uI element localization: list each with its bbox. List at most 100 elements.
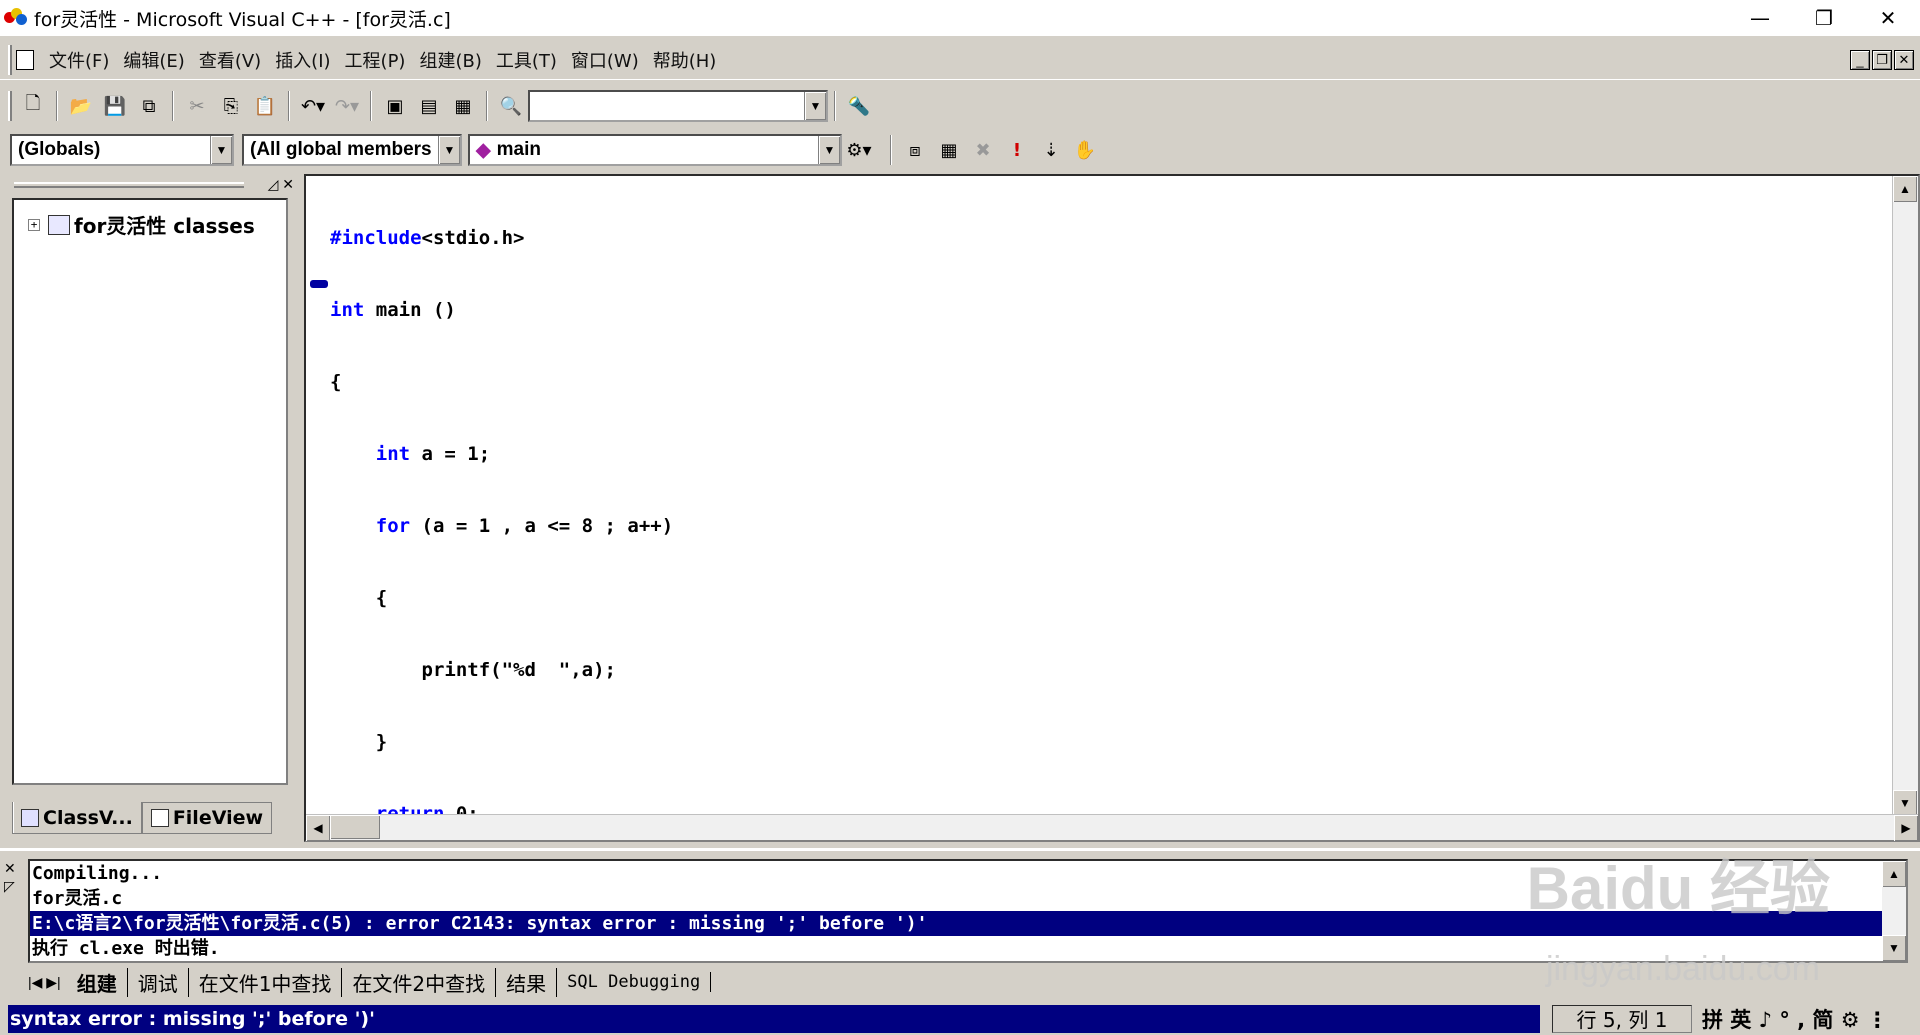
status-bar: syntax error : missing ';' before ')' 行 … [0, 1002, 1920, 1035]
compile-icon[interactable]: ⧈ [900, 135, 930, 165]
mdi-restore-button[interactable]: ❐ [1872, 50, 1892, 70]
code-line: #include<stdio.h> [330, 227, 525, 249]
editor-vertical-scrollbar[interactable]: ▲ ▼ [1892, 176, 1918, 816]
chevron-down-icon[interactable]: ▼ [438, 136, 460, 164]
editor-horizontal-scrollbar[interactable]: ◀ ▶ [306, 814, 1918, 841]
code-line: { [330, 587, 388, 609]
paste-icon[interactable]: 📋 [250, 91, 280, 121]
mdi-close-button[interactable]: ✕ [1894, 50, 1914, 70]
ime-indicator[interactable]: 拼 英 ♪ ° , 简 ⚙ ⋮ [1702, 1004, 1888, 1034]
mdi-minimize-button[interactable]: _ [1850, 50, 1870, 70]
find-combo[interactable]: ▼ [528, 90, 828, 122]
class-tree[interactable]: + for灵活性 classes [12, 198, 288, 785]
expand-icon[interactable]: + [28, 218, 40, 231]
cursor-position: 行 5, 列 1 [1552, 1004, 1692, 1033]
wizard-action-icon[interactable]: ⚙▾ [844, 135, 874, 165]
tab-label: FileView [172, 807, 264, 829]
scroll-left-icon[interactable]: ◀ [306, 815, 330, 841]
chevron-down-icon[interactable]: ▼ [818, 136, 840, 164]
workspace-pane: ◿ ✕ + for灵活性 classes ClassV... FileView [8, 174, 298, 844]
tree-item[interactable]: + for灵活性 classes [28, 210, 255, 239]
close-button[interactable]: ✕ [1856, 0, 1920, 36]
tab-find-in-files-2[interactable]: 在文件2中查找 [342, 967, 497, 997]
code-editor[interactable]: #include<stdio.h> int main () { int a = … [304, 174, 1920, 897]
scroll-up-icon[interactable]: ▲ [1882, 861, 1906, 887]
minimize-button[interactable]: — [1728, 0, 1792, 36]
tab-label: ClassV... [43, 806, 133, 829]
menu-insert[interactable]: 插入(I) [268, 47, 337, 73]
scope-combo[interactable]: (Globals) ▼ [10, 134, 234, 166]
app-icon [4, 6, 28, 30]
document-icon[interactable] [16, 49, 34, 70]
toolbar-grip[interactable] [8, 91, 12, 121]
output-tabs: |◀ ▶| 组建 调试 在文件1中查找 在文件2中查找 结果 SQL Debug… [28, 967, 712, 997]
tab-find-in-files-1[interactable]: 在文件1中查找 [189, 967, 343, 997]
title-bar: for灵活性 - Microsoft Visual C++ - [for灵活.c… [0, 0, 1920, 36]
function-combo[interactable]: ◆ main ▼ [468, 134, 842, 166]
windows-list-icon[interactable]: ▦ [448, 91, 478, 121]
tab-sql-debugging[interactable]: SQL Debugging [557, 972, 712, 992]
members-combo[interactable]: (All global members ▼ [242, 134, 462, 166]
tab-scroll-icon[interactable]: |◀ ▶| [28, 974, 61, 991]
chevron-down-icon[interactable]: ▼ [210, 136, 232, 164]
undo-icon[interactable]: ↶▾ [298, 91, 328, 121]
function-icon: ◆ [476, 139, 491, 161]
menu-project[interactable]: 工程(P) [338, 47, 413, 73]
error-line-marker [310, 280, 328, 288]
menu-file[interactable]: 文件(F) [42, 47, 116, 73]
classview-icon [21, 808, 39, 827]
menu-tools[interactable]: 工具(T) [489, 47, 564, 73]
watermark-url: jingyan.baidu.com [1545, 950, 1820, 988]
restore-button[interactable]: ❐ [1792, 0, 1856, 36]
watermark-logo: Baidu 经验 [1526, 855, 1830, 922]
cut-icon[interactable]: ✂ [182, 91, 212, 121]
chevron-down-icon[interactable]: ▼ [804, 92, 826, 120]
execute-icon[interactable]: ! [1002, 135, 1032, 165]
pane-close-icon[interactable]: ◿ ✕ [268, 176, 294, 193]
tab-classview[interactable]: ClassV... [12, 802, 142, 834]
tab-debug[interactable]: 调试 [128, 967, 189, 997]
save-all-icon[interactable]: ⧉ [134, 91, 164, 121]
output-vertical-scrollbar[interactable]: ▲ ▼ [1882, 861, 1906, 961]
scroll-right-icon[interactable]: ▶ [1894, 815, 1918, 841]
save-icon[interactable]: 💾 [100, 91, 130, 121]
wizard-toolbar: (Globals) ▼ (All global members ▼ ◆ main… [0, 130, 1920, 170]
output-window-icon[interactable]: ▤ [414, 91, 444, 121]
menu-edit[interactable]: 编辑(E) [116, 47, 191, 73]
fileview-icon [150, 809, 169, 827]
members-value: (All global members [250, 139, 432, 160]
tab-fileview[interactable]: FileView [141, 802, 273, 834]
code-line: } [330, 731, 388, 753]
menu-window[interactable]: 窗口(W) [564, 47, 646, 73]
stop-build-icon[interactable]: ✖ [968, 135, 998, 165]
scroll-up-icon[interactable]: ▲ [1893, 176, 1917, 202]
scroll-thumb[interactable] [330, 815, 380, 839]
menubar-grip[interactable] [8, 44, 12, 75]
code-line: { [330, 371, 342, 393]
pane-close-icon[interactable]: ✕ ◸ [4, 859, 16, 895]
find-icon[interactable]: 🔦 [844, 91, 874, 121]
function-value: main [496, 139, 541, 160]
scope-value: (Globals) [18, 139, 101, 160]
copy-icon[interactable]: ⎘ [216, 91, 246, 121]
find-in-files-icon[interactable]: 🔍 [496, 91, 526, 121]
menu-build[interactable]: 组建(B) [412, 47, 488, 73]
scroll-down-icon[interactable]: ▼ [1882, 935, 1906, 961]
classes-icon [48, 214, 70, 235]
tab-build[interactable]: 组建 [67, 967, 128, 997]
code-line: int main () [330, 299, 456, 321]
scroll-down-icon[interactable]: ▼ [1893, 790, 1917, 816]
standard-toolbar: 🗋 📂 💾 ⧉ ✂ ⎘ 📋 ↶▾ ↷▾ ▣ ▤ ▦ 🔍 ▼ 🔦 [0, 86, 1920, 126]
workspace-window-icon[interactable]: ▣ [380, 91, 410, 121]
menu-help[interactable]: 帮助(H) [646, 47, 724, 73]
menu-view[interactable]: 查看(V) [192, 47, 268, 73]
open-folder-icon[interactable]: 📂 [66, 91, 96, 121]
tree-item-label: for灵活性 classes [74, 214, 255, 238]
new-file-icon[interactable]: 🗋 [18, 91, 48, 121]
pane-grip[interactable] [14, 182, 244, 188]
tab-results[interactable]: 结果 [496, 967, 558, 997]
go-icon[interactable]: ⇣ [1036, 135, 1066, 165]
build-icon[interactable]: ▦ [934, 135, 964, 165]
breakpoint-hand-icon[interactable]: ✋ [1070, 135, 1100, 165]
redo-icon[interactable]: ↷▾ [332, 91, 362, 121]
